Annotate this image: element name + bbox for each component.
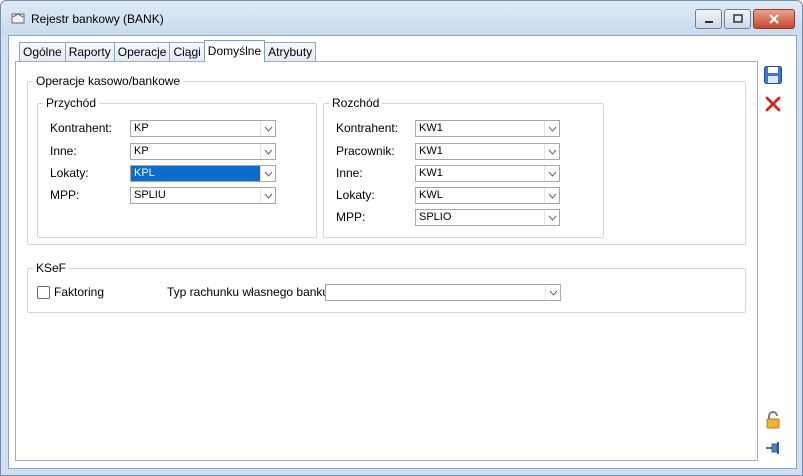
ksef-group: KSeF Faktoring Typ rachunku własnego ban… <box>27 261 746 313</box>
client-area: Ogólne Raporty Operacje Ciągi Domyślne A… <box>8 35 797 469</box>
income-inne-value: KP <box>134 145 149 157</box>
expense-inne-select[interactable]: KW1 <box>415 165 560 182</box>
expense-lokaty-select[interactable]: KWL <box>415 187 560 204</box>
income-lokaty-value: KPL <box>134 167 155 179</box>
tab-domyslne[interactable]: Domyślne <box>203 40 266 62</box>
minimize-button[interactable] <box>695 9 722 29</box>
maximize-icon <box>732 14 743 23</box>
income-lokaty-label: Lokaty: <box>50 166 89 180</box>
chevron-down-icon[interactable] <box>260 166 275 181</box>
window-title: Rejestr bankowy (BANK) <box>31 12 164 26</box>
income-mpp-select[interactable]: SPLIU <box>130 187 276 204</box>
close-icon <box>769 14 779 24</box>
operations-group: Operacje kasowo/bankowe Przychód Kontrah… <box>27 74 746 245</box>
pin-button[interactable] <box>761 437 785 459</box>
expense-group: Rozchód Kontrahent: KW1 Pracownik: KW1 I… <box>323 96 604 238</box>
title-bar: Rejestr bankowy (BANK) <box>1 1 802 35</box>
app-window: Rejestr bankowy (BANK) Ogólne Raporty Op… <box>0 0 803 476</box>
expense-pracownik-select[interactable]: KW1 <box>415 143 560 160</box>
expense-kontrahent-value: KW1 <box>419 122 443 134</box>
close-button[interactable] <box>753 9 795 29</box>
account-type-label: Typ rachunku własnego banku: <box>167 285 333 299</box>
income-inne-select[interactable]: KP <box>130 143 276 160</box>
lock-button[interactable] <box>761 409 785 431</box>
chevron-down-icon[interactable] <box>544 121 559 136</box>
tab-strip: Ogólne Raporty Operacje Ciągi Domyślne A… <box>19 40 317 62</box>
expense-mpp-label: MPP: <box>336 210 366 224</box>
income-mpp-label: MPP: <box>50 188 80 202</box>
account-type-select[interactable] <box>325 284 561 301</box>
expense-kontrahent-select[interactable]: KW1 <box>415 120 560 137</box>
income-inne-label: Inne: <box>50 144 77 158</box>
chevron-down-icon[interactable] <box>260 188 275 203</box>
expense-lokaty-value: KWL <box>419 189 443 201</box>
chevron-down-icon[interactable] <box>260 144 275 159</box>
operations-group-title: Operacje kasowo/bankowe <box>33 74 184 88</box>
income-lokaty-select[interactable]: KPL <box>130 165 276 182</box>
cancel-icon <box>765 96 781 112</box>
maximize-button[interactable] <box>724 9 751 29</box>
tab-atrybuty[interactable]: Atrybuty <box>264 42 317 62</box>
income-kontrahent-select[interactable]: KP <box>130 120 276 137</box>
tab-operacje[interactable]: Operacje <box>113 42 171 62</box>
expense-inne-value: KW1 <box>419 167 443 179</box>
minimize-icon <box>704 21 713 23</box>
tab-ogolne[interactable]: Ogólne <box>19 42 66 62</box>
chevron-down-icon[interactable] <box>544 210 559 225</box>
lock-icon <box>766 411 780 429</box>
chevron-down-icon[interactable] <box>260 121 275 136</box>
save-button[interactable] <box>761 64 785 86</box>
chevron-down-icon[interactable] <box>545 285 560 300</box>
pin-icon <box>766 442 779 454</box>
chevron-down-icon[interactable] <box>544 144 559 159</box>
income-group: Przychód Kontrahent: KP Inne: KP Lokaty:… <box>37 96 317 238</box>
register-icon <box>11 13 25 24</box>
income-mpp-value: SPLIU <box>134 189 166 201</box>
ksef-group-title: KSeF <box>33 261 70 275</box>
income-kontrahent-label: Kontrahent: <box>50 121 113 135</box>
tab-panel: Operacje kasowo/bankowe Przychód Kontrah… <box>15 61 758 461</box>
chevron-down-icon[interactable] <box>544 166 559 181</box>
income-kontrahent-value: KP <box>134 122 149 134</box>
income-group-title: Przychód <box>43 96 100 110</box>
expense-mpp-value: SPLIO <box>419 211 452 223</box>
expense-kontrahent-label: Kontrahent: <box>336 121 399 135</box>
expense-mpp-select[interactable]: SPLIO <box>415 209 560 226</box>
save-icon <box>764 66 782 84</box>
cancel-button[interactable] <box>761 93 785 115</box>
expense-lokaty-label: Lokaty: <box>336 188 375 202</box>
chevron-down-icon[interactable] <box>544 188 559 203</box>
expense-inne-label: Inne: <box>336 166 363 180</box>
expense-group-title: Rozchód <box>329 96 383 110</box>
tab-ciagi[interactable]: Ciągi <box>169 42 205 62</box>
expense-pracownik-label: Pracownik: <box>336 144 395 158</box>
factoring-checkbox[interactable] <box>37 286 50 299</box>
expense-pracownik-value: KW1 <box>419 145 443 157</box>
factoring-label: Faktoring <box>54 285 105 299</box>
tab-raporty[interactable]: Raporty <box>64 42 115 62</box>
